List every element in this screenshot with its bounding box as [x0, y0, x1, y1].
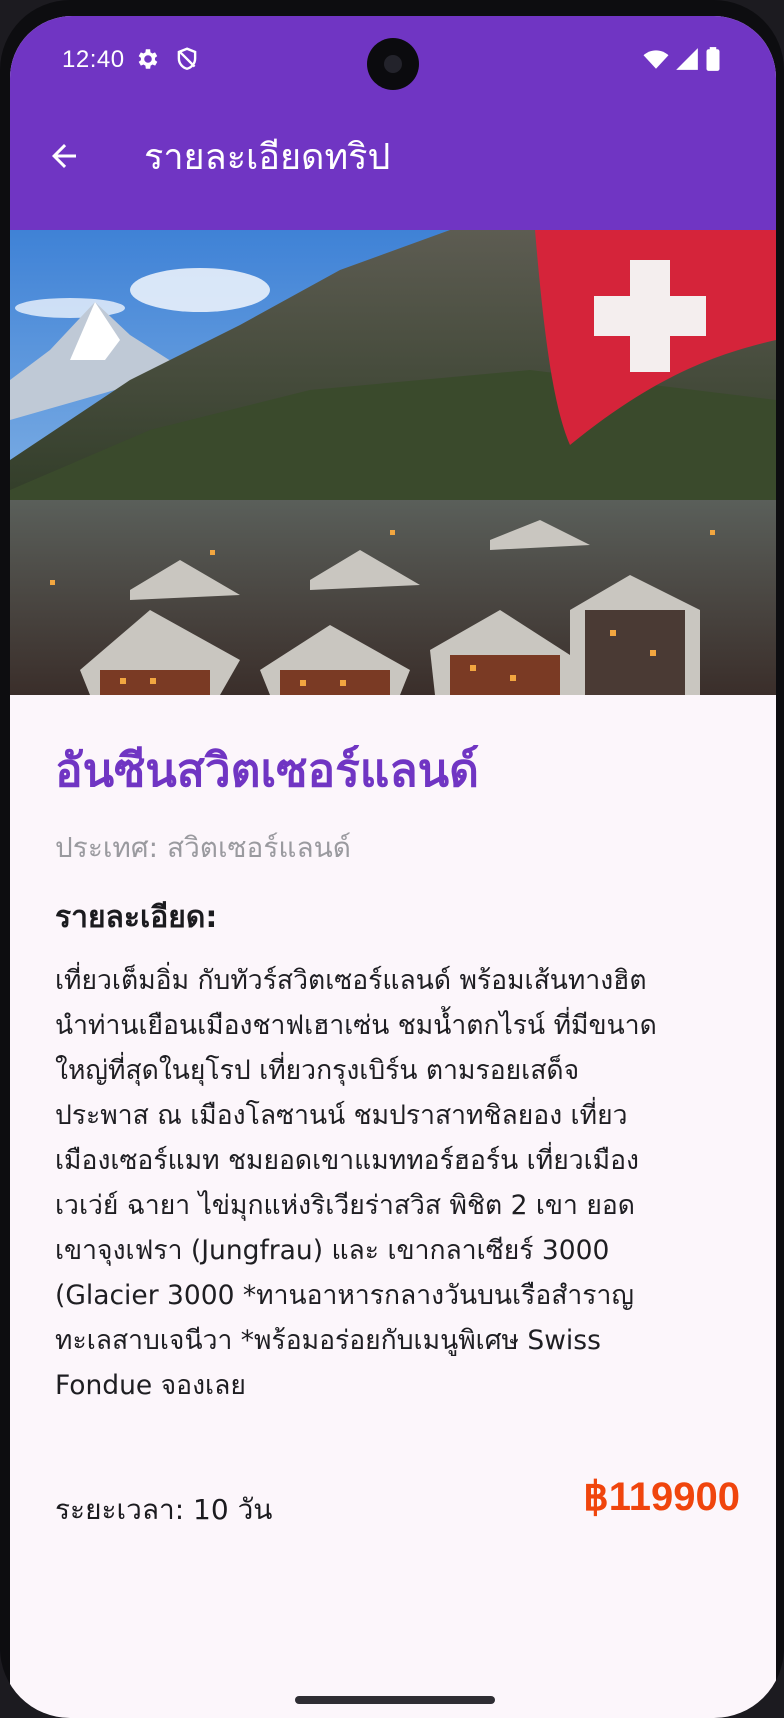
swiss-village-image — [10, 230, 776, 695]
arrow-back-icon — [52, 144, 76, 168]
trip-hero-image — [10, 230, 776, 695]
status-bar: 12:40 — [10, 16, 776, 96]
phone-frame: 12:40 รายละเอียดทริป อันซีนสวิตเซอร์แลนด… — [0, 0, 784, 1718]
trip-details: อันซีนสวิตเซอร์แลนด์ ประเทศ: สวิตเซอร์แล… — [55, 738, 735, 1408]
settings-gear-icon — [138, 49, 158, 69]
trip-description: เที่ยวเต็มอิ่ม กับทัวร์สวิตเซอร์แลนด์ พร… — [55, 965, 657, 1401]
duration-label: ระยะเวลา: — [55, 1493, 185, 1526]
front-camera — [367, 38, 419, 90]
status-time: 12:40 — [62, 46, 125, 73]
trip-price: ฿119900 — [583, 1475, 740, 1519]
home-indicator[interactable] — [295, 1696, 495, 1704]
screen: 12:40 รายละเอียดทริป อันซีนสวิตเซอร์แลนด… — [10, 16, 776, 1718]
details-heading: รายละเอียด: — [55, 900, 218, 935]
page-title: รายละเอียดทริป — [144, 137, 391, 178]
trip-name: อันซีนสวิตเซอร์แลนด์ — [55, 743, 479, 797]
trip-summary-row: ระยะเวลา: 10 วัน ฿119900 — [55, 1474, 740, 1534]
back-button[interactable] — [40, 132, 88, 180]
app-bar: รายละเอียดทริป — [10, 96, 776, 230]
wifi-icon — [643, 50, 669, 69]
trip-country: ประเทศ: สวิตเซอร์แลนด์ — [55, 831, 351, 864]
shield-icon — [177, 47, 197, 70]
trip-duration: ระยะเวลา: 10 วัน — [55, 1488, 272, 1532]
battery-icon — [706, 47, 720, 71]
duration-value: 10 วัน — [193, 1493, 273, 1526]
signal-icon — [676, 48, 698, 70]
